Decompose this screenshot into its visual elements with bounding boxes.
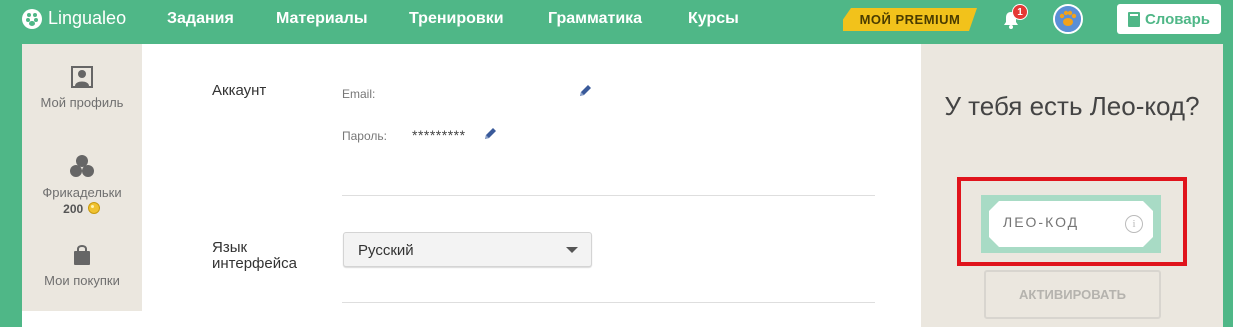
activate-label: АКТИВИРОВАТЬ [1018, 287, 1127, 302]
leo-code-title: У тебя есть Лео-код? [944, 91, 1200, 121]
language-select-value: Русский [358, 242, 414, 259]
profile-icon [71, 66, 93, 88]
bag-icon [74, 245, 90, 265]
language-title: Язык интерфейса [212, 239, 297, 272]
premium-label: МОЙ PREMIUM [859, 12, 961, 27]
notification-badge: 1 [1012, 4, 1028, 20]
edit-email-pencil-icon[interactable] [578, 84, 592, 98]
edit-password-pencil-icon[interactable] [483, 127, 497, 141]
account-title: Аккаунт [212, 82, 267, 99]
sidebar-item-label: Фрикадельки [42, 185, 122, 200]
nav-item-trainings[interactable]: Тренировки [409, 10, 504, 28]
premium-button[interactable]: МОЙ PREMIUM [843, 8, 977, 31]
leo-code-ticket: i [981, 195, 1161, 253]
sidebar-item-label: Мой профиль [40, 95, 124, 110]
nav-item-tasks[interactable]: Задания [167, 10, 234, 28]
nav-item-materials[interactable]: Материалы [276, 10, 368, 28]
dictionary-button[interactable]: Словарь [1117, 4, 1221, 34]
meatballs-icon [70, 155, 94, 177]
divider [342, 302, 875, 303]
sidebar-bottom-strip [22, 311, 142, 327]
meatballs-count-row: 200 [22, 201, 142, 216]
leo-code-field-frame: i [989, 201, 1153, 247]
activate-button[interactable]: АКТИВИРОВАТЬ [984, 270, 1161, 319]
divider [342, 195, 875, 196]
sidebar-item-profile[interactable]: Мой профиль [22, 66, 142, 110]
logo-text: Lingualeo [48, 8, 127, 28]
email-label: Email: [342, 87, 376, 101]
info-icon[interactable]: i [1125, 215, 1143, 233]
nav-item-grammar[interactable]: Грамматика [548, 10, 642, 28]
sidebar: Мой профиль Фрикадельки 200 Мои покупки [22, 44, 142, 311]
book-icon [1127, 11, 1140, 27]
chevron-down-icon [566, 247, 578, 253]
dictionary-label: Словарь [1144, 10, 1211, 28]
sidebar-item-label: Мои покупки [44, 273, 120, 288]
avatar-paw-icon [1055, 6, 1081, 32]
meatballs-count: 200 [63, 202, 84, 216]
avatar[interactable] [1053, 4, 1083, 34]
password-value: ********* [412, 127, 466, 143]
sidebar-item-purchases[interactable]: Мои покупки [22, 244, 142, 288]
nav-item-courses[interactable]: Курсы [688, 10, 739, 28]
logo[interactable]: Lingualeo [22, 8, 126, 29]
meatball-coin-icon [87, 202, 100, 214]
leo-code-input[interactable] [1003, 214, 1113, 230]
sidebar-item-meatballs[interactable]: Фрикадельки 200 [22, 154, 142, 216]
settings-panel: Аккаунт Email: Пароль: ********* Язык ин… [142, 44, 921, 327]
language-select[interactable]: Русский [343, 232, 592, 267]
lingualeo-paw-icon [22, 8, 42, 29]
password-label: Пароль: [342, 129, 387, 143]
leo-code-panel: У тебя есть Лео-код? i АКТИВИРОВАТЬ [921, 44, 1223, 327]
top-navigation-bar: Lingualeo Задания Материалы Тренировки Г… [0, 0, 1233, 38]
